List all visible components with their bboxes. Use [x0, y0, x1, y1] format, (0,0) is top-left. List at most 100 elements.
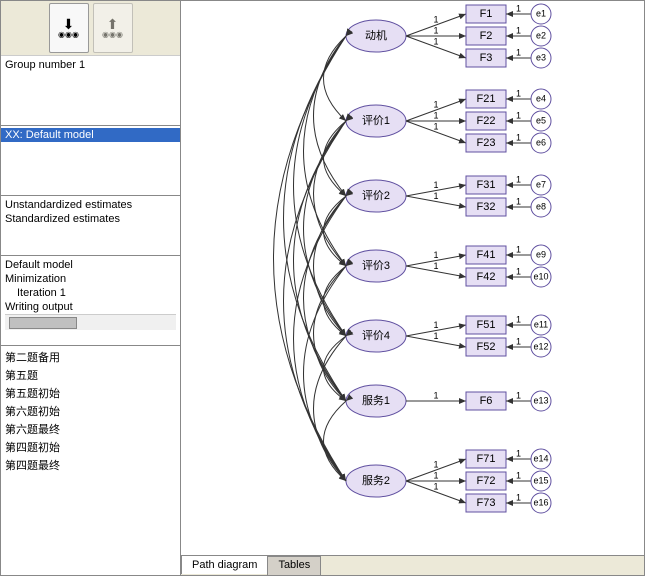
app-root: ⬇◉◉◉ ⬆◉◉◉ Group number 1 XX: Default mod…: [0, 0, 645, 576]
coef-label: 1: [516, 174, 521, 184]
coef-label: 1: [433, 110, 438, 120]
model-panel[interactable]: XX: Default model: [1, 126, 180, 196]
right-pane: 动机1F11e11F21e21F31e3评价11F211e41F221e51F2…: [181, 1, 644, 575]
coef-label: 1: [433, 180, 438, 190]
error-label: e7: [536, 179, 546, 189]
error-label: e14: [533, 453, 548, 463]
observed-label: F3: [480, 52, 493, 64]
covariance-curve[interactable]: [324, 121, 347, 196]
latent-label: 动机: [365, 28, 387, 42]
coef-label: 1: [516, 110, 521, 120]
bottom-tabs: Path diagram Tables: [181, 555, 644, 575]
output-line: Writing output: [5, 300, 176, 314]
file-item[interactable]: 第五题: [5, 366, 176, 384]
latent-label: 评价2: [362, 189, 390, 202]
group-panel[interactable]: Group number 1: [1, 56, 180, 126]
coef-label: 1: [516, 88, 521, 98]
tab-path-diagram[interactable]: Path diagram: [181, 555, 268, 574]
coef-label: 1: [433, 470, 438, 480]
coef-label: 1: [516, 470, 521, 480]
coef-label: 1: [433, 99, 438, 109]
observed-label: F42: [477, 271, 496, 283]
observed-label: F6: [480, 395, 493, 407]
coef-label: 1: [433, 390, 438, 400]
covariance-curve[interactable]: [314, 196, 347, 336]
error-label: e9: [536, 249, 546, 259]
observed-label: F1: [480, 8, 493, 20]
coef-label: 1: [516, 390, 521, 400]
coef-label: 1: [433, 261, 438, 271]
coef-label: 1: [516, 266, 521, 276]
observed-label: F73: [477, 497, 496, 509]
covariance-curve[interactable]: [294, 196, 347, 481]
observed-label: F41: [477, 249, 496, 261]
coef-label: 1: [516, 3, 521, 13]
observed-label: F32: [477, 201, 496, 213]
coef-label: 1: [433, 481, 438, 491]
output-path-diagram-button[interactable]: ⬆◉◉◉: [93, 3, 133, 53]
observed-label: F72: [477, 475, 496, 487]
coef-label: 1: [516, 448, 521, 458]
error-label: e12: [533, 341, 548, 351]
error-label: e11: [534, 319, 548, 329]
error-label: e4: [536, 93, 546, 103]
covariance-curve[interactable]: [324, 196, 347, 266]
covariance-curve[interactable]: [314, 121, 347, 266]
observed-label: F52: [477, 341, 496, 353]
coef-label: 1: [516, 336, 521, 346]
coef-label: 1: [516, 492, 521, 502]
coef-label: 1: [433, 191, 438, 201]
output-line: Minimization: [5, 272, 176, 286]
coef-label: 1: [433, 121, 438, 131]
latent-label: 服务2: [362, 474, 390, 487]
file-item[interactable]: 第四题初始: [5, 438, 176, 456]
error-label: e3: [536, 52, 546, 62]
coef-label: 1: [433, 320, 438, 330]
unstandardized-option[interactable]: Unstandardized estimates: [5, 198, 176, 212]
output-panel: Default model Minimization Iteration 1 W…: [1, 256, 180, 346]
coef-label: 1: [516, 314, 521, 324]
left-pane: ⬇◉◉◉ ⬆◉◉◉ Group number 1 XX: Default mod…: [1, 1, 181, 575]
error-label: e10: [533, 271, 548, 281]
covariance-curve[interactable]: [324, 36, 347, 121]
output-line: Default model: [5, 258, 176, 272]
toolbar-icons: ⬇◉◉◉ ⬆◉◉◉: [1, 1, 180, 56]
covariance-curve[interactable]: [324, 401, 347, 481]
coef-label: 1: [516, 244, 521, 254]
covariance-curve[interactable]: [324, 336, 347, 401]
error-label: e15: [533, 475, 548, 485]
observed-label: F51: [477, 319, 496, 331]
error-label: e2: [536, 30, 546, 40]
error-label: e16: [533, 497, 548, 507]
path-diagram-canvas[interactable]: 动机1F11e11F21e21F31e3评价11F211e41F221e51F2…: [181, 1, 644, 555]
covariance-curve[interactable]: [324, 266, 347, 336]
input-path-diagram-button[interactable]: ⬇◉◉◉: [49, 3, 89, 53]
coef-label: 1: [516, 132, 521, 142]
coef-label: 1: [433, 331, 438, 341]
latent-label: 服务1: [362, 394, 390, 407]
file-item[interactable]: 第四题最终: [5, 456, 176, 474]
standardized-option[interactable]: Standardized estimates: [5, 212, 176, 226]
file-item[interactable]: 第六题最终: [5, 420, 176, 438]
tab-tables[interactable]: Tables: [267, 556, 321, 575]
output-line: Iteration 1: [5, 286, 176, 300]
file-item[interactable]: 第六题初始: [5, 402, 176, 420]
estimates-panel[interactable]: Unstandardized estimates Standardized es…: [1, 196, 180, 256]
coef-label: 1: [516, 25, 521, 35]
model-item[interactable]: XX: Default model: [1, 128, 180, 142]
files-panel[interactable]: 第二题备用 第五题 第五题初始 第六题初始 第六题最终 第四题初始 第四题最终: [1, 346, 180, 575]
coef-label: 1: [433, 14, 438, 24]
observed-label: F2: [480, 30, 493, 42]
file-item[interactable]: 第五题初始: [5, 384, 176, 402]
latent-label: 评价4: [362, 329, 390, 342]
observed-label: F23: [477, 137, 496, 149]
file-item[interactable]: 第二题备用: [5, 348, 176, 366]
coef-label: 1: [433, 459, 438, 469]
error-label: e13: [533, 395, 548, 405]
latent-label: 评价1: [362, 114, 390, 127]
horizontal-scrollbar[interactable]: [5, 314, 176, 330]
group-item[interactable]: Group number 1: [5, 58, 176, 72]
observed-label: F71: [477, 453, 496, 465]
error-label: e1: [536, 8, 546, 18]
coef-label: 1: [433, 250, 438, 260]
